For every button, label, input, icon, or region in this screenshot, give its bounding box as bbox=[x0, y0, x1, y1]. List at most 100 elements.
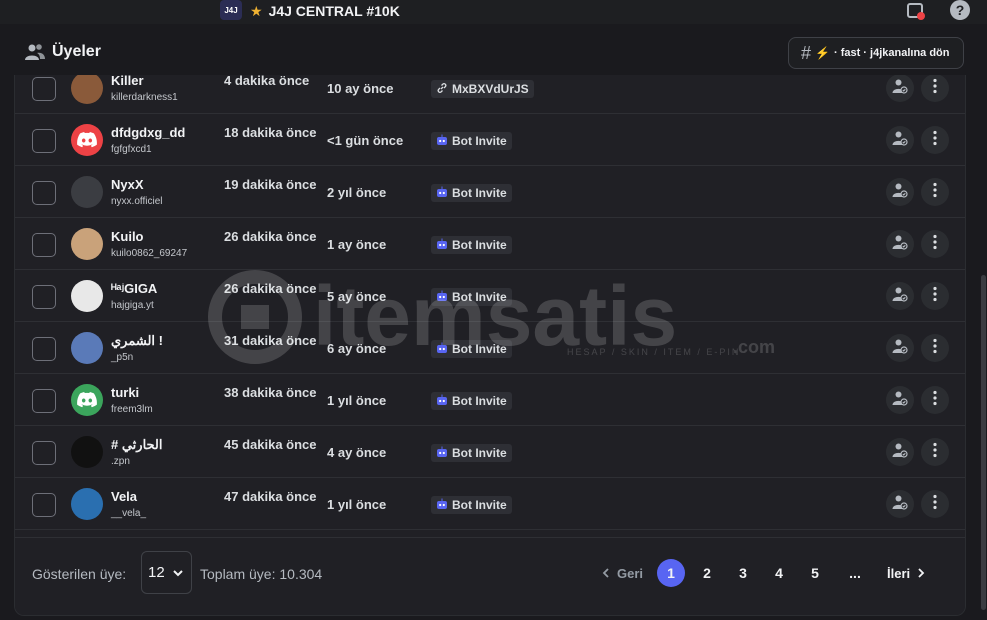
server-icon[interactable]: J4J bbox=[220, 0, 242, 20]
member-username: killerdarkness1 bbox=[111, 92, 178, 103]
more-options-button[interactable] bbox=[921, 386, 949, 414]
avatar[interactable] bbox=[71, 228, 103, 260]
member-account-age: 1 yıl önce bbox=[327, 393, 387, 408]
member-row: dfdgdxg_dd fgfgfxcd1 18 dakika önce <1 gün … bbox=[15, 114, 965, 166]
next-page-button[interactable]: İleri bbox=[887, 566, 926, 581]
page-title: Üyeler bbox=[52, 43, 101, 60]
member-checkbox[interactable] bbox=[32, 337, 56, 361]
member-joined-time: 18 dakika önce bbox=[224, 125, 317, 140]
discord-logo-icon[interactable] bbox=[71, 384, 103, 416]
pagination-ellipsis: ... bbox=[849, 565, 861, 581]
more-options-button[interactable] bbox=[921, 178, 949, 206]
inbox-icon[interactable] bbox=[906, 1, 926, 21]
member-checkbox[interactable] bbox=[32, 285, 56, 309]
back-to-channel-button[interactable]: # ⚡ · fast · j4jkanalına dön bbox=[788, 37, 964, 69]
members-panel: Killer killerdarkness1 4 dakika önce 10 ay … bbox=[14, 75, 966, 616]
join-method-label: Bot Invite bbox=[452, 186, 507, 200]
member-account-age: <1 gün önce bbox=[327, 133, 404, 148]
member-username: .zpn bbox=[111, 456, 130, 467]
chevron-left-icon bbox=[602, 568, 609, 578]
page-size-value: 12 bbox=[148, 564, 165, 581]
join-method-badge: Bot Invite bbox=[431, 288, 512, 306]
back-button-label: · fast · j4jkanalına dön bbox=[833, 47, 950, 59]
scrollbar-thumb[interactable] bbox=[981, 275, 986, 610]
person-settings-icon bbox=[892, 234, 908, 255]
more-options-button[interactable] bbox=[921, 75, 949, 102]
avatar[interactable] bbox=[71, 332, 103, 364]
more-options-button[interactable] bbox=[921, 490, 949, 518]
join-method-label: Bot Invite bbox=[452, 342, 507, 356]
avatar[interactable] bbox=[71, 176, 103, 208]
person-settings-icon bbox=[892, 494, 908, 515]
total-members: Toplam üye: 10.304 bbox=[200, 566, 323, 582]
page-2-button[interactable]: 2 bbox=[693, 559, 721, 587]
pagination: Geri 1 2 3 4 5 ... İleri bbox=[601, 559, 926, 587]
member-display-name[interactable]: Kuilo bbox=[111, 229, 144, 244]
page-3-button[interactable]: 3 bbox=[729, 559, 757, 587]
member-checkbox[interactable] bbox=[32, 77, 56, 101]
discord-logo-icon[interactable] bbox=[71, 124, 103, 156]
member-roles-button[interactable] bbox=[886, 126, 914, 154]
member-row: turki freem3lm 38 dakika önce 1 yıl önce Bot… bbox=[15, 374, 965, 426]
more-options-button[interactable] bbox=[921, 438, 949, 466]
member-display-name[interactable]: NyxX bbox=[111, 177, 144, 192]
server-title-text: J4J CENTRAL #10K bbox=[268, 3, 400, 19]
more-options-button[interactable] bbox=[921, 282, 949, 310]
page-5-button[interactable]: 5 bbox=[801, 559, 829, 587]
member-checkbox[interactable] bbox=[32, 493, 56, 517]
link-icon bbox=[436, 82, 448, 97]
previous-label: Geri bbox=[617, 565, 644, 581]
bot-icon bbox=[436, 290, 448, 305]
join-method-badge: Bot Invite bbox=[431, 392, 512, 410]
member-display-name[interactable]: turki bbox=[111, 385, 139, 400]
member-roles-button[interactable] bbox=[886, 490, 914, 518]
member-account-age: 1 ay önce bbox=[327, 237, 387, 252]
title-bar: J4J ★ J4J CENTRAL #10K ? bbox=[0, 0, 987, 24]
member-row: Killer killerdarkness1 4 dakika önce 10 ay … bbox=[15, 75, 965, 114]
member-display-name[interactable]: الشمري ! bbox=[111, 333, 163, 349]
more-options-button[interactable] bbox=[921, 230, 949, 258]
member-joined-time: 47 dakika önce bbox=[224, 489, 317, 504]
avatar[interactable] bbox=[71, 280, 103, 312]
member-username: freem3lm bbox=[111, 404, 153, 415]
person-settings-icon bbox=[892, 130, 908, 151]
member-joined-time: 4 dakika önce bbox=[224, 75, 310, 88]
member-roles-button[interactable] bbox=[886, 75, 914, 102]
avatar[interactable] bbox=[71, 488, 103, 520]
member-account-age: 10 ay önce bbox=[327, 81, 394, 96]
member-display-name[interactable]: # الحارثي bbox=[111, 437, 163, 453]
member-row: # الحارثي .zpn 45 dakika önce 4 ay önce Bot … bbox=[15, 426, 965, 478]
previous-page-button[interactable]: Geri bbox=[601, 566, 643, 581]
page-1-button[interactable]: 1 bbox=[657, 559, 686, 587]
page-4-button[interactable]: 4 bbox=[765, 559, 793, 587]
member-roles-button[interactable] bbox=[886, 178, 914, 206]
member-checkbox[interactable] bbox=[32, 389, 56, 413]
member-row: Vela __vela_ 47 dakika önce 1 yıl önce Bot I… bbox=[15, 478, 965, 530]
member-roles-button[interactable] bbox=[886, 438, 914, 466]
member-display-name[interactable]: dfdgdxg_dd bbox=[111, 125, 185, 140]
member-checkbox[interactable] bbox=[32, 233, 56, 257]
member-display-name[interactable]: ᴴᵃʲGIGA bbox=[111, 281, 157, 296]
avatar[interactable] bbox=[71, 75, 103, 104]
member-roles-button[interactable] bbox=[886, 230, 914, 258]
bolt-icon: ⚡ bbox=[815, 46, 830, 60]
join-method-label: MxBXVdUrJS bbox=[452, 82, 529, 96]
member-roles-button[interactable] bbox=[886, 334, 914, 362]
more-options-button[interactable] bbox=[921, 126, 949, 154]
join-method-label: Bot Invite bbox=[452, 498, 507, 512]
help-icon[interactable]: ? bbox=[950, 0, 970, 20]
person-settings-icon bbox=[892, 390, 908, 411]
member-checkbox[interactable] bbox=[32, 129, 56, 153]
join-method-badge: Bot Invite bbox=[431, 132, 512, 150]
more-vertical-icon bbox=[933, 442, 937, 463]
member-display-name[interactable]: Vela bbox=[111, 489, 137, 504]
page-size-select[interactable]: 12 bbox=[141, 551, 192, 594]
member-roles-button[interactable] bbox=[886, 282, 914, 310]
more-options-button[interactable] bbox=[921, 334, 949, 362]
avatar[interactable] bbox=[71, 436, 103, 468]
member-roles-button[interactable] bbox=[886, 386, 914, 414]
member-checkbox[interactable] bbox=[32, 441, 56, 465]
person-settings-icon bbox=[892, 286, 908, 307]
member-checkbox[interactable] bbox=[32, 181, 56, 205]
member-display-name[interactable]: Killer bbox=[111, 75, 144, 88]
